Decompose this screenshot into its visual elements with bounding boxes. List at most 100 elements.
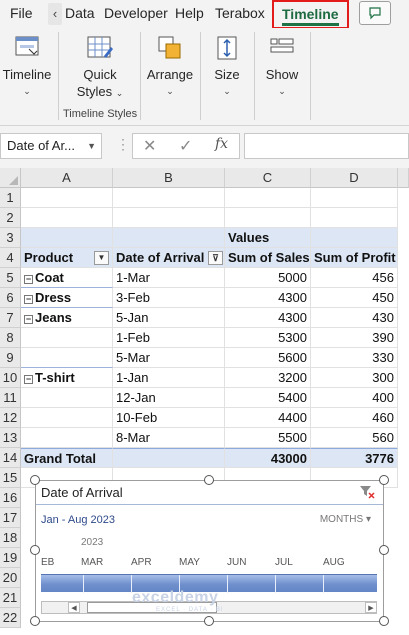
row-header[interactable]: 7 (0, 308, 21, 328)
row-header[interactable]: 9 (0, 348, 21, 368)
cell[interactable] (21, 208, 113, 228)
select-all-button[interactable] (0, 168, 21, 188)
cell[interactable] (21, 348, 113, 368)
timeline-month[interactable]: EB (41, 557, 54, 568)
cell[interactable]: 456 (311, 268, 398, 288)
row-header[interactable]: 14 (0, 448, 21, 468)
column-header-d[interactable]: D (311, 168, 398, 188)
column-header-e[interactable] (398, 168, 409, 188)
timeline-month[interactable]: AUG (323, 557, 345, 568)
column-header-a[interactable]: A (21, 168, 113, 188)
timeline-settings-button[interactable]: Timeline ⌄ (2, 30, 52, 100)
insert-function-icon[interactable]: fx (215, 136, 228, 152)
cell[interactable]: 5600 (225, 348, 311, 368)
cell[interactable] (21, 408, 113, 428)
pivot-row-label[interactable]: − T-shirt (21, 368, 113, 388)
cell[interactable] (311, 208, 398, 228)
cell[interactable]: 450 (311, 288, 398, 308)
name-box[interactable]: Date of Ar... ▼ (0, 133, 102, 159)
scroll-left-icon[interactable]: ◀ (68, 602, 80, 613)
cell[interactable]: 10-Feb (113, 408, 225, 428)
column-header-c[interactable]: C (225, 168, 311, 188)
tab-file[interactable]: File (10, 0, 33, 28)
resize-handle[interactable] (204, 475, 214, 485)
row-header[interactable]: 4 (0, 248, 21, 268)
tab-data[interactable]: Data (65, 0, 95, 28)
row-header[interactable]: 11 (0, 388, 21, 408)
timeline-month[interactable]: MAR (81, 557, 103, 568)
tab-terabox[interactable]: Terabox (215, 0, 265, 28)
pivot-header-date[interactable]: Date of Arrival ⊽ (113, 248, 225, 268)
cell[interactable]: 4300 (225, 288, 311, 308)
row-header[interactable]: 10 (0, 368, 21, 388)
arrange-button[interactable]: Arrange ⌄ (144, 30, 196, 100)
collapse-icon[interactable]: − (24, 315, 33, 324)
cell[interactable]: 5000 (225, 268, 311, 288)
cell[interactable] (21, 228, 113, 248)
cell[interactable] (21, 388, 113, 408)
tab-timeline[interactable]: Timeline (272, 0, 349, 29)
row-header[interactable]: 3 (0, 228, 21, 248)
cell[interactable]: 4400 (225, 408, 311, 428)
cell[interactable] (225, 188, 311, 208)
row-header[interactable]: 17 (0, 508, 21, 528)
cell[interactable]: 400 (311, 388, 398, 408)
cell[interactable]: 390 (311, 328, 398, 348)
cell[interactable]: 1-Mar (113, 268, 225, 288)
pivot-header-profit[interactable]: Sum of Profit (311, 248, 398, 268)
row-header[interactable]: 6 (0, 288, 21, 308)
pivot-row-label[interactable]: − Jeans (21, 308, 113, 328)
row-header[interactable]: 18 (0, 528, 21, 548)
filter-dropdown-icon[interactable]: ▼ (94, 251, 109, 265)
clear-filter-icon[interactable] (359, 485, 375, 499)
quick-styles-button[interactable]: Quick Styles ⌄ (66, 30, 134, 102)
row-header[interactable]: 22 (0, 608, 21, 628)
cell[interactable]: 330 (311, 348, 398, 368)
cell[interactable] (21, 328, 113, 348)
timeline-month[interactable]: JUN (227, 557, 246, 568)
row-header[interactable]: 12 (0, 408, 21, 428)
cell[interactable]: 1-Jan (113, 368, 225, 388)
grand-total-label[interactable]: Grand Total (21, 448, 113, 468)
tab-developer[interactable]: Developer (104, 0, 168, 28)
timeline-month[interactable]: APR (131, 557, 152, 568)
cell[interactable]: 12-Jan (113, 388, 225, 408)
cell[interactable]: 4300 (225, 308, 311, 328)
cell[interactable] (311, 188, 398, 208)
cell[interactable]: 3-Feb (113, 288, 225, 308)
tab-help[interactable]: Help (175, 0, 204, 28)
resize-handle[interactable] (379, 475, 389, 485)
tab-scroll-left-icon[interactable]: ‹ (48, 3, 62, 25)
cell[interactable] (21, 428, 113, 448)
row-header[interactable]: 16 (0, 488, 21, 508)
pivot-row-label[interactable]: − Dress (21, 288, 113, 308)
formula-input[interactable] (244, 133, 409, 159)
row-header[interactable]: 13 (0, 428, 21, 448)
column-header-b[interactable]: B (113, 168, 225, 188)
row-header[interactable]: 15 (0, 468, 21, 488)
grand-total-profit[interactable]: 3776 (311, 448, 398, 468)
size-button[interactable]: Size ⌄ (206, 30, 248, 100)
row-header[interactable]: 20 (0, 568, 21, 588)
pivot-header-product[interactable]: Product ▼ (21, 248, 113, 268)
cell[interactable]: 460 (311, 408, 398, 428)
pivot-header-sales[interactable]: Sum of Sales (225, 248, 311, 268)
show-button[interactable]: Show ⌄ (260, 30, 304, 100)
chevron-down-icon[interactable]: ▼ (87, 134, 96, 158)
row-header[interactable]: 1 (0, 188, 21, 208)
resize-handle[interactable] (379, 545, 389, 555)
cell[interactable] (21, 188, 113, 208)
cell[interactable]: 5300 (225, 328, 311, 348)
formula-bar-grip-icon[interactable]: ⋮ (116, 136, 130, 153)
row-header[interactable]: 19 (0, 548, 21, 568)
cell[interactable]: 300 (311, 368, 398, 388)
filter-applied-icon[interactable]: ⊽ (208, 251, 223, 265)
resize-handle[interactable] (379, 616, 389, 626)
grand-total-sales[interactable]: 43000 (225, 448, 311, 468)
cell[interactable] (311, 228, 398, 248)
cell[interactable] (113, 448, 225, 468)
row-header[interactable]: 5 (0, 268, 21, 288)
cell[interactable] (225, 208, 311, 228)
cell[interactable]: 5-Jan (113, 308, 225, 328)
cell[interactable]: 560 (311, 428, 398, 448)
